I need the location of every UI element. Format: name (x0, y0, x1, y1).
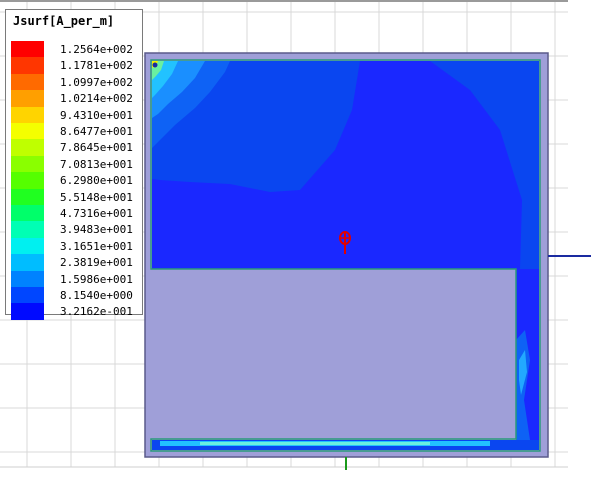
right-strip-field (516, 269, 539, 440)
bottom-strip-field (152, 440, 539, 450)
model-view[interactable] (0, 0, 591, 480)
corner-port-marker (152, 62, 158, 68)
